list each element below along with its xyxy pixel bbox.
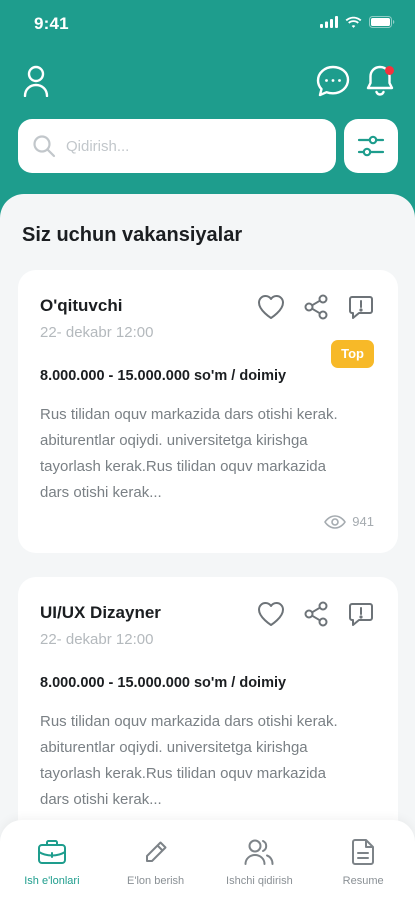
status-bar: 9:41 (0, 0, 415, 50)
report-icon (349, 603, 373, 626)
job-title: O'qituvchi (40, 296, 123, 315)
pencil-icon (143, 837, 169, 867)
chat-bubble-icon (316, 65, 350, 97)
job-card[interactable]: O'qituvchi 22- dekabr 12:00 Top 8.000.00… (18, 270, 398, 553)
card-actions (256, 599, 376, 629)
share-icon (304, 601, 328, 627)
nav-item-find-worker[interactable]: Ishchi qidirish (208, 820, 312, 900)
nav-label: Ish e'lonlari (24, 875, 80, 887)
report-icon (349, 296, 373, 319)
filter-button[interactable] (344, 119, 398, 173)
search-icon (33, 135, 56, 158)
search-input[interactable] (66, 137, 306, 155)
filter-sliders-icon (357, 135, 385, 157)
job-date: 22- dekabr 12:00 (40, 631, 154, 648)
bottom-nav: Ish e'lonlari E'lon berish Ishchi qidiri… (0, 820, 415, 900)
share-icon (304, 294, 328, 320)
job-salary: 8.000.000 - 15.000.000 so'm / doimiy (40, 368, 287, 384)
chat-button[interactable] (314, 62, 352, 100)
job-title: UI/UX Dizayner (40, 603, 161, 622)
document-icon (351, 837, 375, 867)
views-count: 941 (324, 514, 374, 529)
search-box[interactable] (18, 119, 336, 173)
profile-button[interactable] (18, 62, 54, 100)
nav-item-post-ad[interactable]: E'lon berish (104, 820, 208, 900)
wifi-icon (345, 16, 362, 28)
report-button[interactable] (346, 292, 376, 322)
user-icon (23, 65, 49, 97)
briefcase-icon (37, 837, 67, 867)
section-title: Siz uchun vakansiyalar (22, 224, 243, 246)
job-card[interactable]: UI/UX Dizayner 22- dekabr 12:00 8.000.00… (18, 577, 398, 860)
favorite-button[interactable] (256, 599, 286, 629)
status-time: 9:41 (34, 14, 69, 33)
views-value: 941 (352, 514, 374, 529)
battery-icon (369, 16, 395, 28)
users-icon (244, 837, 274, 867)
eye-icon (324, 514, 347, 529)
notification-dot (385, 66, 394, 75)
share-button[interactable] (301, 292, 331, 322)
notifications-button[interactable] (362, 60, 398, 100)
heart-icon (258, 295, 284, 319)
nav-item-resume[interactable]: Resume (311, 820, 415, 900)
card-actions (256, 292, 376, 322)
job-date: 22- dekabr 12:00 (40, 324, 154, 341)
nav-label: Ishchi qidirish (226, 875, 293, 887)
status-icons (320, 16, 395, 28)
favorite-button[interactable] (256, 292, 286, 322)
job-description: Rus tilidan oquv markazida dars otishi k… (40, 713, 338, 808)
top-badge: Top (331, 340, 374, 368)
job-description: Rus tilidan oquv markazida dars otishi k… (40, 406, 338, 501)
nav-label: E'lon berish (127, 875, 185, 887)
signal-icon (320, 16, 338, 28)
job-salary: 8.000.000 - 15.000.000 so'm / doimiy (40, 675, 287, 691)
heart-icon (258, 602, 284, 626)
report-button[interactable] (346, 599, 376, 629)
nav-item-jobs[interactable]: Ish e'lonlari (0, 820, 104, 900)
share-button[interactable] (301, 599, 331, 629)
main-panel: Siz uchun vakansiyalar O'qituvchi 22- de… (0, 194, 415, 900)
nav-label: Resume (342, 875, 384, 887)
